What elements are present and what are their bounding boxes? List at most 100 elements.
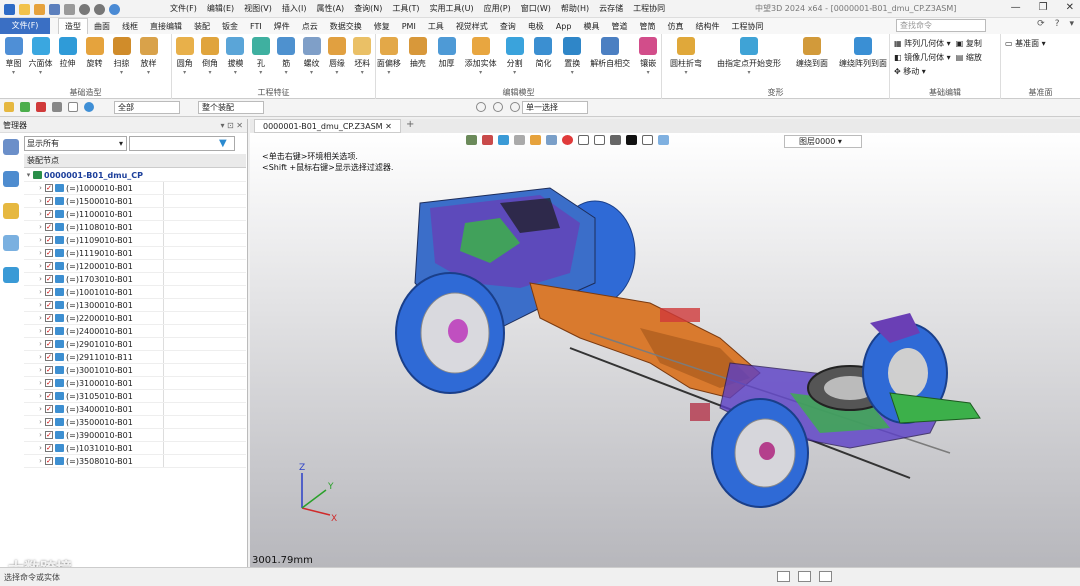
menu-file[interactable]: 文件(F) [170, 3, 197, 14]
visibility-checkbox[interactable]: ✓ [45, 340, 53, 348]
layout-icon[interactable] [819, 571, 832, 582]
tree-node[interactable]: › ✓ (=)3001010-B01 [24, 364, 246, 377]
visibility-checkbox[interactable]: ✓ [45, 301, 53, 309]
tree-node[interactable]: › ✓ (=)1031010-B01 [24, 442, 246, 455]
help-icon[interactable]: ? [1055, 19, 1060, 29]
deform-by-point-button[interactable]: 由指定点开始变形 ▾ [714, 37, 784, 76]
panel-controls[interactable]: ▾ ⊡ ✕ [220, 119, 243, 133]
expand-icon[interactable]: › [36, 353, 45, 361]
thicken-button[interactable]: 加厚 [434, 37, 460, 76]
monitor-icon[interactable] [798, 571, 811, 582]
show-filter-select[interactable]: 显示所有 ▾ [24, 136, 127, 151]
visibility-checkbox[interactable]: ✓ [45, 392, 53, 400]
menu-window[interactable]: 窗口(W) [521, 3, 551, 14]
emboss-button[interactable]: 镶嵌 ▾ [635, 37, 661, 76]
tree-node[interactable]: › ✓ (=)1000010-B01 [24, 182, 246, 195]
expand-icon[interactable]: › [36, 288, 45, 296]
tab-simulation[interactable]: 仿真 [661, 21, 689, 32]
menu-insert[interactable]: 插入(I) [282, 3, 307, 14]
minimize-icon[interactable]: — [1011, 2, 1021, 13]
open-folder-icon[interactable] [34, 3, 45, 15]
filter-icon[interactable] [52, 102, 62, 112]
tree-node[interactable]: › ✓ (=)1001010-B01 [24, 286, 246, 299]
menu-apps[interactable]: 应用(P) [484, 3, 511, 14]
tab-sheetmetal[interactable]: 钣金 [216, 21, 244, 32]
visibility-checkbox[interactable]: ✓ [45, 236, 53, 244]
block-button[interactable]: 六面体 ▾ [27, 37, 54, 76]
face-offset-button[interactable]: 面偏移 ▾ [376, 37, 402, 76]
tree-node[interactable]: › ✓ (=)1100010-B01 [24, 208, 246, 221]
expand-icon[interactable]: › [36, 431, 45, 439]
expand-icon[interactable]: › [36, 379, 45, 387]
visibility-checkbox[interactable]: ✓ [45, 405, 53, 413]
regen-icon[interactable] [109, 3, 120, 15]
print-icon[interactable] [64, 3, 75, 15]
tab-fti[interactable]: FTI [244, 22, 268, 31]
assembly-manager-icon[interactable] [3, 171, 19, 187]
visibility-checkbox[interactable]: ✓ [45, 431, 53, 439]
tree-node[interactable]: › ✓ (=)1108010-B01 [24, 221, 246, 234]
expand-icon[interactable]: › [36, 223, 45, 231]
save-icon[interactable] [49, 3, 60, 15]
tree-node[interactable]: › ✓ (=)3900010-B01 [24, 429, 246, 442]
visibility-checkbox[interactable]: ✓ [45, 197, 53, 205]
tree-node[interactable]: › ✓ (=)1500010-B01 [24, 195, 246, 208]
visibility-checkbox[interactable]: ✓ [45, 314, 53, 322]
add-solid-button[interactable]: 添加实体 ▾ [462, 37, 498, 76]
menu-edit[interactable]: 编辑(E) [207, 3, 234, 14]
assembly-mode-combo[interactable]: 整个装配 [198, 101, 264, 114]
visibility-checkbox[interactable]: ✓ [45, 184, 53, 192]
menu-utilities[interactable]: 实用工具(U) [430, 3, 474, 14]
close-icon[interactable]: ✕ [385, 122, 392, 131]
rib-button[interactable]: 筋 ▾ [274, 37, 299, 76]
sketch-button[interactable]: 草图 ▾ [0, 37, 27, 76]
visibility-checkbox[interactable]: ✓ [45, 223, 53, 231]
expand-icon[interactable]: › [36, 262, 45, 270]
extrude-button[interactable]: 拉伸 [54, 37, 81, 76]
tree-node[interactable]: › ✓ (=)2200010-B01 [24, 312, 246, 325]
restore-icon[interactable]: ❐ [1039, 2, 1048, 13]
fullscreen-icon[interactable] [777, 571, 790, 582]
tree-node[interactable]: › ✓ (=)3400010-B01 [24, 403, 246, 416]
menu-collab[interactable]: 工程协同 [633, 3, 665, 14]
visibility-checkbox[interactable]: ✓ [45, 418, 53, 426]
add-icon[interactable] [20, 102, 30, 112]
tab-collab[interactable]: 工程协同 [725, 21, 769, 32]
tab-pmi[interactable]: PMI [396, 22, 422, 31]
expand-icon[interactable]: › [36, 366, 45, 374]
tab-modeling[interactable]: 造型 [58, 18, 88, 34]
tab-inquire[interactable]: 查询 [494, 21, 522, 32]
menu-cloud[interactable]: 云存储 [599, 3, 623, 14]
visibility-checkbox[interactable]: ✓ [45, 353, 53, 361]
expand-icon[interactable]: › [36, 236, 45, 244]
tree-node[interactable]: › ✓ (=)1119010-B01 [24, 247, 246, 260]
expand-icon[interactable]: › [36, 275, 45, 283]
minimize-ribbon-icon[interactable]: ▾ [1069, 19, 1074, 29]
tree-node[interactable]: › ✓ (=)3508010-B01 [24, 455, 246, 468]
tree-node[interactable]: › ✓ (=)1703010-B01 [24, 273, 246, 286]
snap-point-icon[interactable] [476, 102, 486, 112]
sweep-button[interactable]: 扫掠 ▾ [108, 37, 135, 76]
tree-root-node[interactable]: ▾ 0000001-B01_dmu_CP [24, 169, 246, 182]
hole-button[interactable]: 孔 ▾ [248, 37, 273, 76]
tab-tubing[interactable]: 管筒 [633, 21, 661, 32]
resolve-self-intersect-button[interactable]: 解析自相交 [588, 37, 632, 76]
expand-icon[interactable]: › [36, 392, 45, 400]
visibility-checkbox[interactable]: ✓ [45, 210, 53, 218]
remove-icon[interactable] [36, 102, 46, 112]
image-manager-icon[interactable] [3, 235, 19, 251]
split-button[interactable]: 分割 ▾ [502, 37, 528, 76]
expand-icon[interactable]: › [36, 327, 45, 335]
tree-node[interactable]: › ✓ (=)1200010-B01 [24, 260, 246, 273]
tab-weldment[interactable]: 焊件 [268, 21, 296, 32]
visibility-checkbox[interactable]: ✓ [45, 262, 53, 270]
move-button[interactable]: ✥ 移动 ▾ [894, 66, 996, 77]
tab-surface[interactable]: 曲面 [88, 21, 116, 32]
new-tab-icon[interactable]: + [406, 119, 414, 130]
mirror-geometry-button[interactable]: ◧ 镜像几何体 ▾ ▤ 缩放 [894, 52, 996, 63]
expand-icon[interactable]: › [36, 340, 45, 348]
new-file-icon[interactable] [19, 3, 30, 15]
redo-icon[interactable] [94, 3, 105, 15]
collapse-icon[interactable]: ▾ [24, 171, 33, 179]
menu-view[interactable]: 视图(V) [244, 3, 272, 14]
